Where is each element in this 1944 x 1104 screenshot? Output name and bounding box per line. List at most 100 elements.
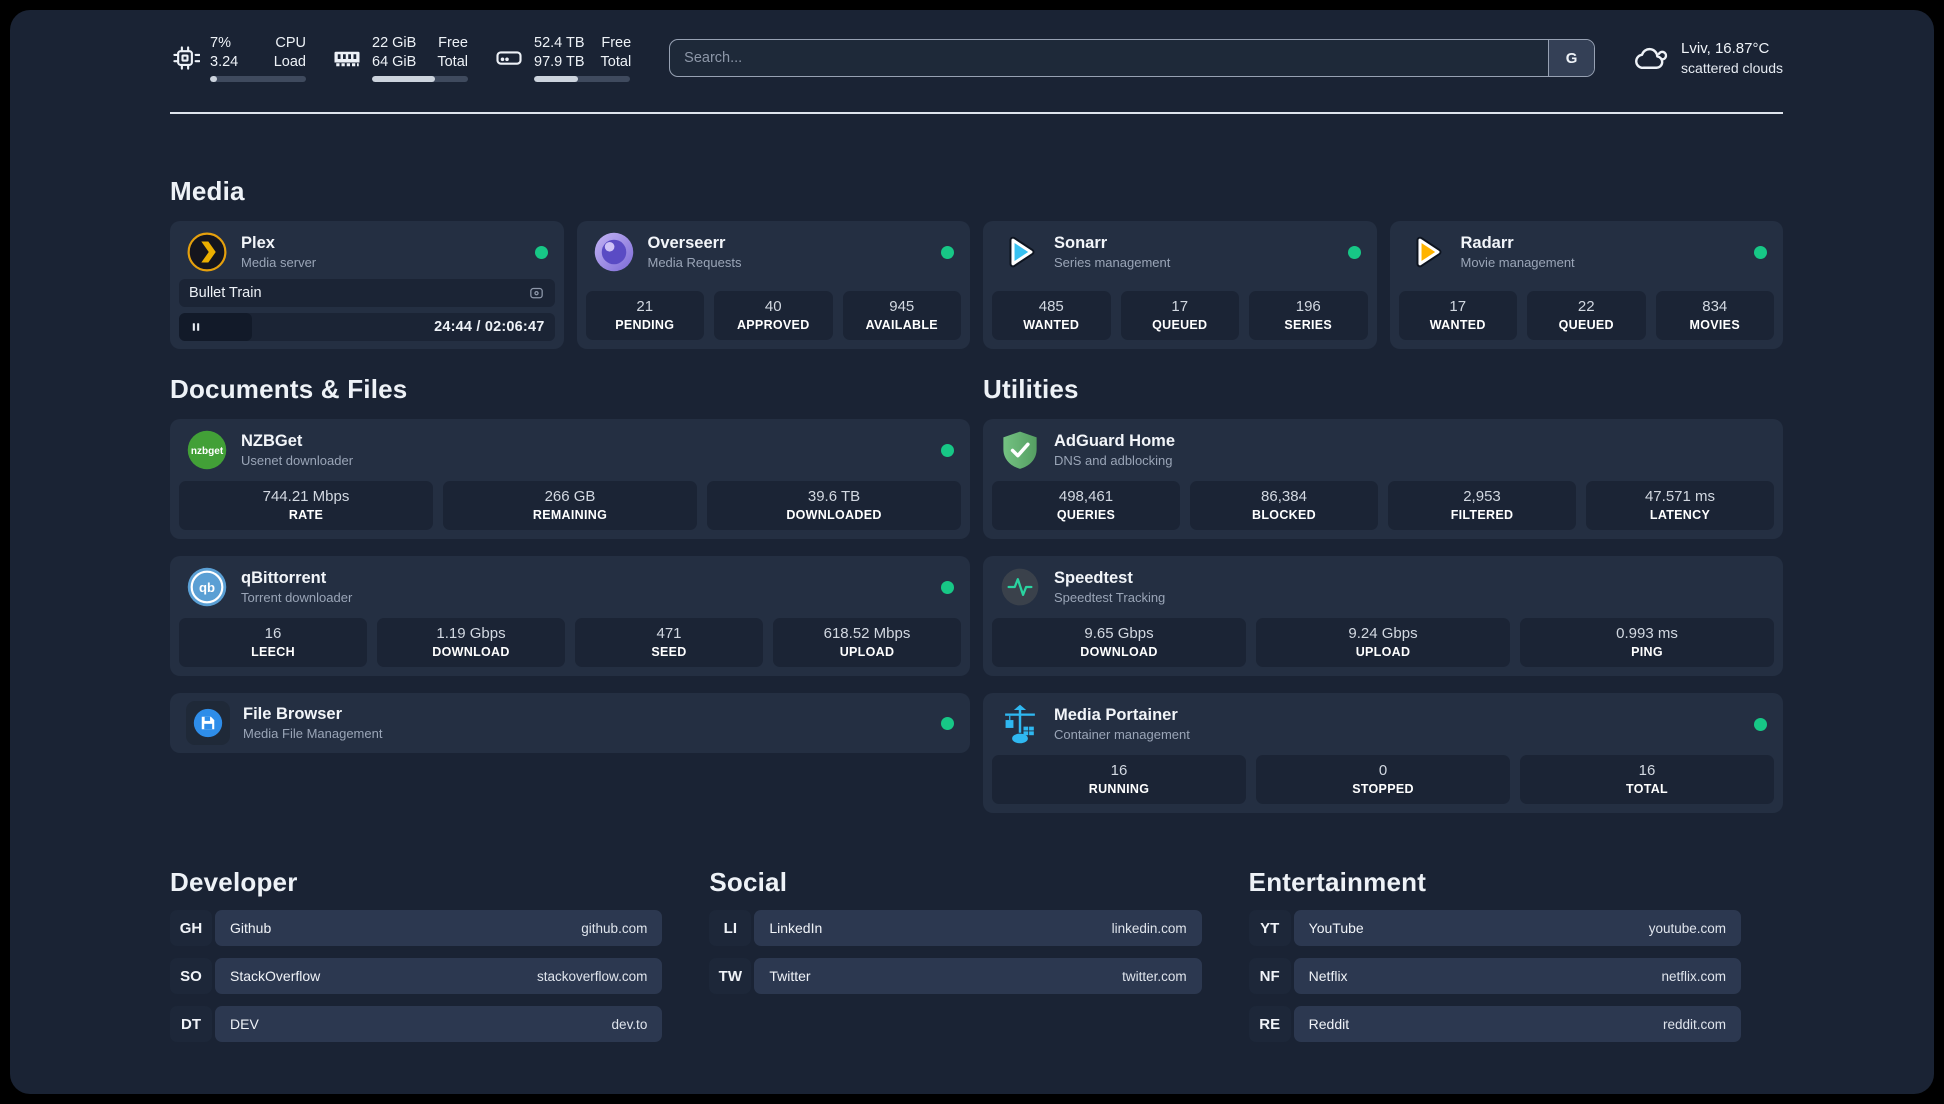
pause-button[interactable]	[189, 320, 203, 334]
stat-label: TOTAL	[1625, 782, 1668, 797]
adguard-icon	[999, 429, 1041, 471]
ram-total-label: Total	[437, 54, 468, 71]
bookmark-bar: Twitter twitter.com	[754, 958, 1202, 995]
stat-label: QUERIES	[1056, 508, 1116, 523]
stat-value: 945	[889, 297, 915, 315]
bookmark-abbr: DT	[170, 1006, 212, 1043]
bookmark-name: YouTube	[1308, 920, 1364, 937]
bookmark-stackoverflow[interactable]: SO StackOverflow stackoverflow.com	[170, 958, 663, 995]
dashboard-content: Media Plex Media server Bullet Train 24:…	[10, 176, 1934, 1054]
stat-value: 485	[1038, 297, 1064, 315]
stat-value: 16	[1638, 761, 1656, 779]
ram-usage-bar	[372, 76, 468, 83]
app-card-speedtest[interactable]: Speedtest Speedtest Tracking 9.65 Gbps DO…	[983, 556, 1783, 677]
weather-widget: Lviv, 16.87°C scattered clouds	[1633, 39, 1783, 78]
app-name: Overseerr	[647, 234, 726, 253]
cpu-usage-label: CPU	[275, 35, 306, 51]
card-titles: AdGuard Home DNS and adblocking	[1054, 431, 1175, 469]
app-subtitle: Media Requests	[647, 254, 742, 270]
cpu-load-value: 3.24	[210, 54, 239, 71]
bookmark-github[interactable]: GH Github github.com	[170, 910, 663, 947]
app-card-plex[interactable]: Plex Media server Bullet Train 24:44 / 0…	[170, 221, 564, 350]
stat-label: REMAINING	[532, 508, 608, 523]
stat-box: 744.21 Mbps RATE	[179, 480, 433, 531]
media-grid: Plex Media server Bullet Train 24:44 / 0…	[170, 221, 1783, 350]
stat-box: 945 AVAILABLE	[842, 290, 961, 341]
card-stats: 16 LEECH 1.19 Gbps DOWNLOAD 471 SEED 618.52…	[170, 617, 970, 677]
session-device-icon	[528, 285, 545, 302]
stat-box: 471 SEED	[575, 617, 763, 668]
stat-value: 22	[1577, 297, 1595, 315]
ram-total-value: 64 GiB	[372, 54, 417, 71]
card-titles: Sonarr Series management	[1054, 233, 1170, 271]
stat-label: SEED	[651, 645, 687, 660]
cpu-usage-value: 7%	[210, 35, 231, 51]
stat-box: 1.19 Gbps DOWNLOAD	[377, 617, 565, 668]
stat-box: 834 MOVIES	[1655, 290, 1774, 341]
ram-usage-bar-fill	[372, 76, 436, 83]
bookmark-netflix[interactable]: NF Netflix netflix.com	[1248, 958, 1741, 995]
bookmarks-developer: Developer GH Github github.com SO StackO…	[170, 867, 663, 1054]
stat-box: 618.52 Mbps UPLOAD	[773, 617, 961, 668]
bookmark-abbr: GH	[170, 910, 212, 947]
app-subtitle: Usenet downloader	[241, 452, 354, 468]
stat-box: 0.993 ms PING	[1520, 617, 1774, 668]
app-card-overseerr[interactable]: Overseerr Media Requests 21 PENDING 40 APP…	[576, 221, 970, 350]
search-engine-button[interactable]: G	[1548, 40, 1595, 77]
stat-body: 22 GiB 64 GiB Free Total	[372, 34, 468, 83]
bookmark-abbr: LI	[709, 910, 752, 947]
cpu-icon	[170, 43, 200, 73]
app-card-filebrowser[interactable]: File Browser Media File Management	[170, 693, 970, 754]
stat-value: 16	[1110, 761, 1128, 779]
status-dot	[941, 245, 954, 259]
bookmark-reddit[interactable]: RE Reddit reddit.com	[1248, 1006, 1741, 1043]
card-stats: 485 WANTED 17 QUEUED 196 SERIES	[983, 290, 1377, 350]
search-input[interactable]	[670, 40, 1549, 77]
app-card-qbittorrent[interactable]: qb qBittorrent Torrent downloader 16 LEEC…	[170, 556, 970, 677]
card-titles: Speedtest Speedtest Tracking	[1054, 568, 1165, 606]
bookmark-linkedin[interactable]: LI LinkedIn linkedin.com	[709, 910, 1202, 947]
app-card-portainer[interactable]: Media Portainer Container management 16 R…	[983, 693, 1783, 814]
app-subtitle: Speedtest Tracking	[1054, 589, 1166, 605]
stat-value: 39.6 TB	[807, 487, 861, 505]
card-header: File Browser Media File Management	[170, 693, 970, 753]
bookmark-abbr: SO	[170, 958, 212, 995]
card-titles: Media Portainer Container management	[1054, 705, 1190, 743]
stat-label: LATENCY	[1649, 508, 1711, 523]
stat-box: 498,461 QUERIES	[992, 480, 1180, 531]
stat-box: 40 APPROVED	[714, 290, 833, 341]
stat-value: 17	[1449, 297, 1467, 315]
bookmark-url: netflix.com	[1661, 968, 1726, 984]
nzbget-icon: nzbget	[186, 429, 228, 471]
app-card-nzbget[interactable]: nzbget NZBGet Usenet downloader 744.21 M…	[170, 419, 970, 540]
bookmark-youtube[interactable]: YT YouTube youtube.com	[1248, 910, 1741, 947]
ram-stat: 22 GiB 64 GiB Free Total	[332, 34, 468, 83]
bookmark-name: StackOverflow	[230, 968, 321, 985]
middle-grid: Documents & Files nzbget NZBGet Usenet d…	[170, 374, 1783, 814]
bookmark-dev[interactable]: DT DEV dev.to	[170, 1006, 663, 1043]
now-playing-title: Bullet Train	[189, 285, 262, 302]
stat-value: 9.24 Gbps	[1348, 624, 1418, 642]
app-card-sonarr[interactable]: Sonarr Series management 485 WANTED 17 QUE…	[983, 221, 1377, 350]
stat-box: 2,953 FILTERED	[1388, 480, 1576, 531]
system-stats: 7% 3.24 CPU Load 22 GiB 64 GiB Free Tota…	[170, 34, 632, 83]
disk-free-label: Free	[601, 35, 632, 51]
stat-label: WANTED	[1023, 318, 1080, 333]
bookmark-url: youtube.com	[1648, 920, 1726, 936]
player-time: 24:44 / 02:06:47	[434, 319, 545, 336]
app-card-adguard[interactable]: AdGuard Home DNS and adblocking 498,461 Q…	[983, 419, 1783, 540]
cloud-icon	[1633, 40, 1669, 76]
app-name: Radarr	[1460, 234, 1514, 253]
stat-label: PING	[1631, 645, 1663, 660]
app-card-radarr[interactable]: Radarr Movie management 17 WANTED 22 QUEUE…	[1389, 221, 1783, 350]
bookmark-abbr: TW	[709, 958, 752, 995]
stat-box: 47.571 ms LATENCY	[1586, 480, 1774, 531]
bookmarks-social: Social LI LinkedIn linkedin.com TW Twitt…	[709, 867, 1202, 1054]
stat-label: BLOCKED	[1252, 508, 1316, 523]
svg-text:nzbget: nzbget	[191, 446, 224, 457]
stat-body: 7% 3.24 CPU Load	[210, 34, 306, 83]
bookmark-twitter[interactable]: TW Twitter twitter.com	[709, 958, 1202, 995]
disk-stat: 52.4 TB 97.9 TB Free Total	[494, 34, 632, 83]
status-dot	[1754, 245, 1767, 259]
bookmark-bar: YouTube youtube.com	[1293, 910, 1741, 947]
